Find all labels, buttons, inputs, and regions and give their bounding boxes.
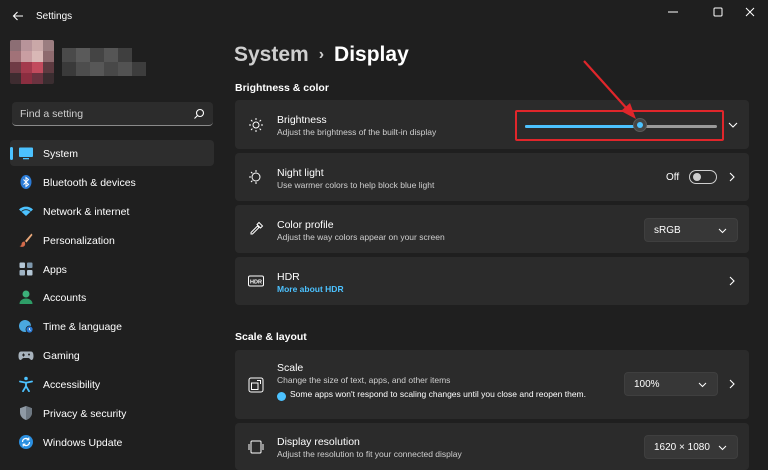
- chevron-down-icon[interactable]: [727, 120, 739, 130]
- sidebar-item-personalization[interactable]: Personalization: [10, 227, 214, 253]
- bluetooth-icon: [20, 174, 32, 189]
- dropdown-value: 1620 × 1080: [654, 442, 710, 453]
- sidebar-item-label: Personalization: [43, 234, 115, 247]
- resolution-dropdown[interactable]: 1620 × 1080: [644, 435, 738, 459]
- shield-icon: [20, 406, 32, 421]
- accessibility-icon: [19, 376, 33, 393]
- hdr-title: HDR: [277, 271, 300, 283]
- person-icon: [19, 290, 33, 305]
- brightness-subtitle: Adjust the brightness of the built-in di…: [277, 127, 437, 137]
- display-resolution-subtitle: Adjust the resolution to fit your connec…: [277, 449, 462, 459]
- color-profile-dropdown[interactable]: sRGB: [644, 218, 738, 242]
- chevron-right-icon[interactable]: [727, 172, 737, 182]
- sidebar-item-network[interactable]: Network & internet: [10, 198, 214, 224]
- breadcrumb-separator: ›: [318, 46, 325, 63]
- close-button[interactable]: [727, 0, 768, 24]
- sidebar-item-label: Time & language: [43, 321, 122, 334]
- scale-icon: [248, 377, 264, 393]
- back-button[interactable]: [6, 4, 30, 28]
- scale-dropdown[interactable]: 100%: [624, 372, 718, 396]
- title-bar: Settings: [0, 0, 768, 32]
- chevron-right-icon[interactable]: [727, 276, 737, 286]
- brush-icon: [19, 233, 33, 247]
- sidebar-item-label: Bluetooth & devices: [43, 176, 136, 189]
- minimize-icon: [668, 11, 678, 13]
- info-icon: [277, 392, 286, 401]
- app-title: Settings: [36, 11, 73, 22]
- sidebar-item-label: Accessibility: [43, 379, 101, 392]
- annotation-highlight-box: [515, 110, 724, 141]
- sidebar-item-privacy[interactable]: Privacy & security: [10, 400, 214, 426]
- close-icon: [745, 7, 755, 17]
- breadcrumb-parent[interactable]: System: [234, 43, 309, 66]
- chevron-down-icon: [718, 228, 727, 234]
- section-heading-brightness-color: Brightness & color: [235, 82, 329, 94]
- search-icon[interactable]: [193, 108, 205, 120]
- sidebar-item-label: Gaming: [43, 350, 80, 363]
- sidebar-item-accounts[interactable]: Accounts: [10, 284, 214, 310]
- night-light-title: Night light: [277, 167, 324, 179]
- page-title: Display: [334, 43, 409, 66]
- color-profile-card: Color profile Adjust the way colors appe…: [235, 205, 749, 253]
- scale-note: Some apps won't respond to scaling chang…: [290, 389, 587, 399]
- display-resolution-title: Display resolution: [277, 436, 360, 448]
- color-profile-title: Color profile: [277, 219, 334, 231]
- chevron-down-icon: [698, 382, 707, 388]
- night-light-card[interactable]: Night light Use warmer colors to help bl…: [235, 153, 749, 201]
- avatar: [10, 40, 54, 84]
- back-arrow-icon: [12, 11, 23, 21]
- hdr-card[interactable]: HDR HDR More about HDR: [235, 257, 749, 305]
- minimize-button[interactable]: [650, 0, 696, 24]
- night-light-subtitle: Use warmer colors to help block blue lig…: [277, 180, 435, 190]
- sidebar-item-label: Windows Update: [43, 436, 123, 449]
- globe-clock-icon: [19, 320, 34, 334]
- sidebar-item-label: Apps: [43, 263, 67, 276]
- color-profile-subtitle: Adjust the way colors appear on your scr…: [277, 232, 445, 242]
- sidebar-item-label: Accounts: [43, 292, 87, 305]
- resolution-icon: [248, 440, 264, 454]
- night-light-state: Off: [666, 172, 680, 183]
- sidebar-item-windows-update[interactable]: Windows Update: [10, 429, 214, 455]
- sidebar-item-label: Privacy & security: [43, 408, 127, 421]
- update-icon: [19, 434, 33, 449]
- sidebar-item-apps[interactable]: Apps: [10, 256, 214, 282]
- apps-icon: [19, 262, 33, 276]
- sidebar-item-time-language[interactable]: Time & language: [10, 313, 214, 339]
- selection-indicator: [10, 147, 13, 160]
- sun-icon: [249, 118, 263, 132]
- hdr-link[interactable]: More about HDR: [277, 284, 344, 294]
- chevron-down-icon: [718, 445, 727, 451]
- gamepad-icon: [18, 351, 34, 361]
- night-light-toggle[interactable]: [689, 170, 717, 184]
- sidebar-item-system[interactable]: System: [10, 140, 214, 166]
- maximize-icon: [713, 7, 723, 17]
- search-input[interactable]: Find a setting: [20, 108, 83, 120]
- chevron-right-icon[interactable]: [727, 379, 737, 389]
- toggle-knob: [693, 173, 701, 181]
- eyedropper-icon: [250, 221, 264, 235]
- search-box[interactable]: Find a setting: [12, 102, 213, 126]
- sidebar-nav: System Bluetooth & devices Network & int…: [10, 140, 214, 458]
- breadcrumb: System › Display: [234, 43, 409, 67]
- sidebar-item-gaming[interactable]: Gaming: [10, 342, 214, 368]
- hdr-icon: HDR: [248, 275, 264, 287]
- sidebar-item-accessibility[interactable]: Accessibility: [10, 371, 214, 397]
- dropdown-value: 100%: [634, 379, 660, 390]
- scale-card: Scale Change the size of text, apps, and…: [235, 350, 749, 419]
- display-icon: [19, 147, 33, 160]
- section-heading-scale-layout: Scale & layout: [235, 331, 307, 343]
- display-resolution-card: Display resolution Adjust the resolution…: [235, 423, 749, 470]
- scale-subtitle: Change the size of text, apps, and other…: [277, 375, 451, 385]
- account-name-redacted: [62, 48, 150, 78]
- hdr-icon-text: HDR: [250, 280, 262, 286]
- sidebar-item-bluetooth[interactable]: Bluetooth & devices: [10, 169, 214, 195]
- brightness-title: Brightness: [277, 114, 327, 126]
- sidebar-item-label: Network & internet: [43, 205, 130, 218]
- sidebar-item-label: System: [43, 148, 79, 160]
- wifi-icon: [19, 206, 33, 216]
- night-light-icon: [249, 170, 261, 184]
- scale-title: Scale: [277, 362, 304, 374]
- dropdown-value: sRGB: [654, 225, 681, 236]
